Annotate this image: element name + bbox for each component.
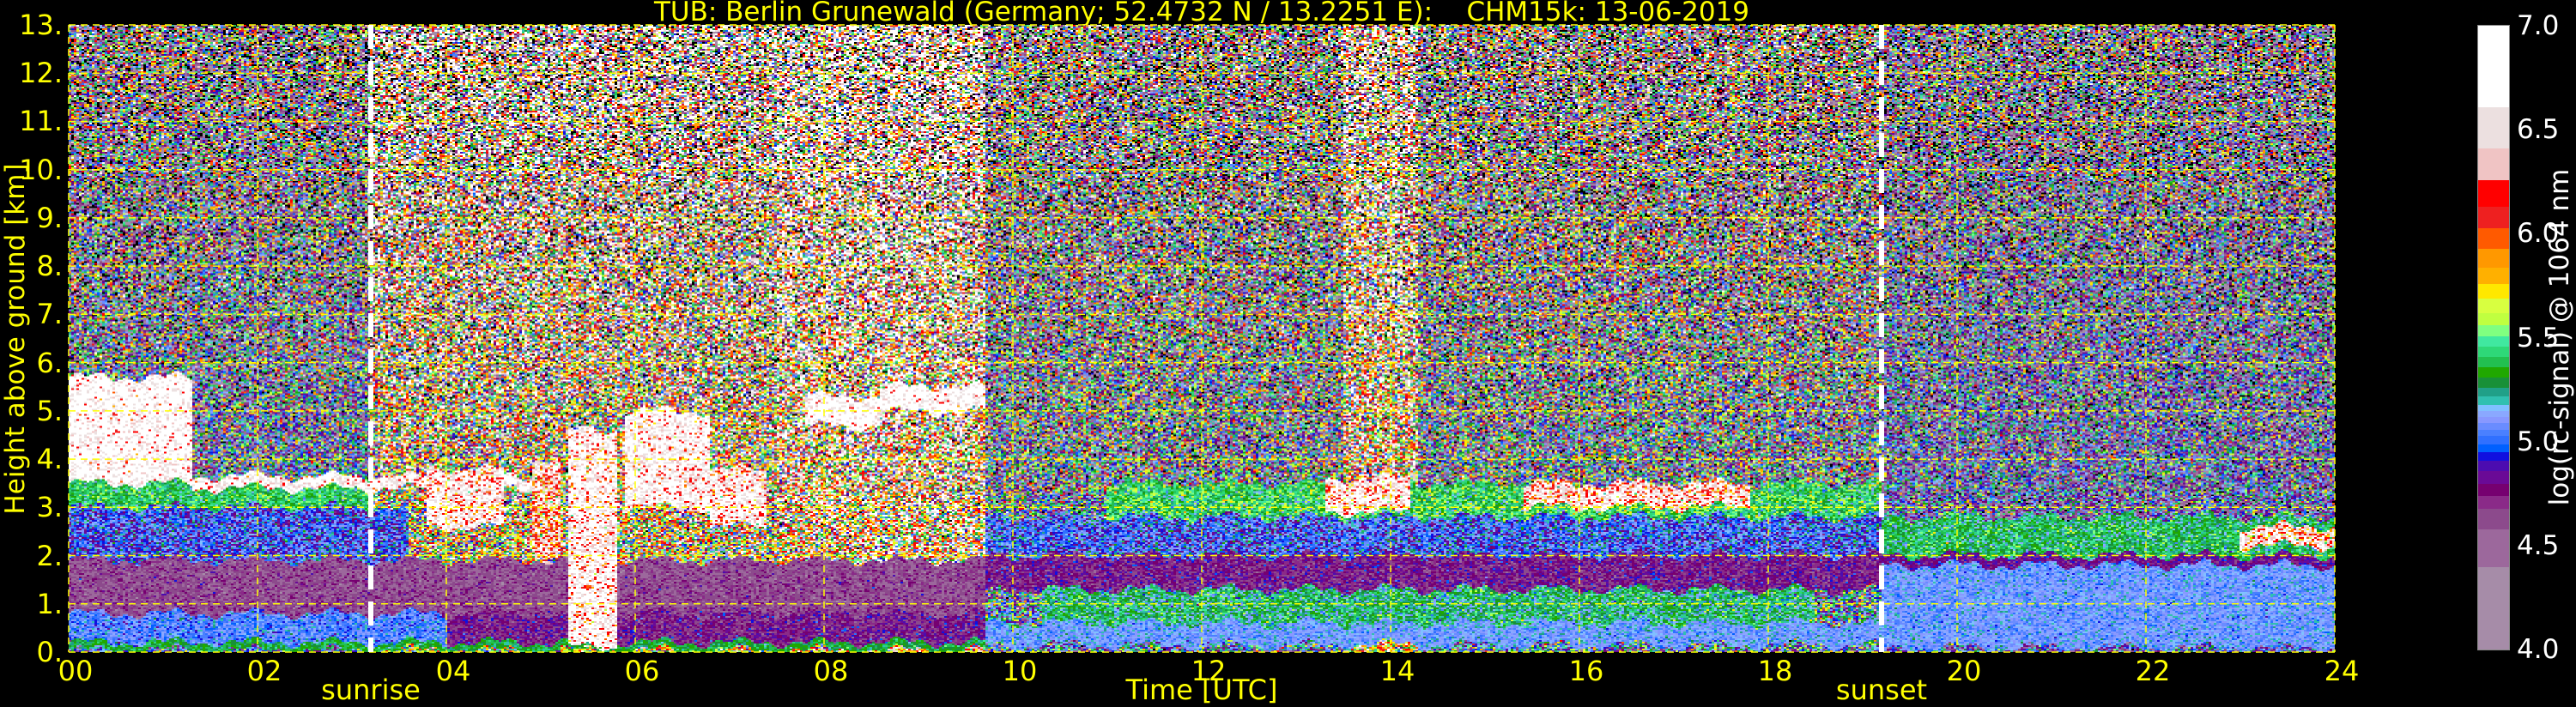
colorbar-band [2478, 451, 2509, 461]
colorbar-label: log(rc-signal) @ 1064 nm [2544, 168, 2575, 506]
colorbar-band [2478, 495, 2509, 509]
x-tick-label: 16 [1568, 655, 1604, 687]
colorbar-band [2478, 346, 2509, 357]
y-tick-label: 7. [36, 298, 63, 331]
x-axis-label: Time [UTC] [1125, 674, 1278, 706]
colorbar-band [2478, 396, 2509, 405]
x-tick-label: 04 [435, 655, 471, 687]
x-tick-label: 22 [2135, 655, 2171, 687]
x-tick-label: 06 [624, 655, 660, 687]
colorbar [2477, 25, 2510, 650]
colorbar-band [2478, 508, 2509, 529]
y-tick-label: 13. [19, 9, 63, 41]
colorbar-band [2478, 298, 2509, 313]
x-tick-label: 00 [58, 655, 94, 687]
colorbar-band [2478, 324, 2509, 336]
sunrise-label: sunrise [321, 674, 421, 706]
colorbar-band [2478, 356, 2509, 367]
chart-title: TUB: Berlin Grunewald (Germany; 52.4732 … [653, 0, 1750, 27]
colorbar-band [2478, 387, 2509, 396]
y-tick-label: 8. [36, 250, 63, 283]
y-axis-label: Height above ground [km] [0, 163, 31, 515]
colorbar-band [2478, 422, 2509, 430]
colorbar-band [2478, 377, 2509, 389]
colorbar-band [2478, 366, 2509, 378]
y-tick-label: 6. [36, 346, 63, 379]
grid-overlay [68, 24, 2336, 653]
y-tick-label: 2. [36, 539, 63, 572]
colorbar-tick-label: 4.5 [2517, 529, 2560, 561]
colorbar-band [2478, 416, 2509, 424]
colorbar-tick-label: 7.0 [2517, 10, 2560, 41]
y-tick-label: 12. [19, 57, 63, 90]
colorbar-tick-label: 4.0 [2517, 634, 2560, 665]
colorbar-band [2478, 529, 2509, 567]
colorbar-band [2478, 566, 2509, 650]
y-tick-label: 1. [36, 587, 63, 620]
colorbar-band [2478, 460, 2509, 472]
colorbar-tick-label: 6.5 [2517, 114, 2560, 146]
x-tick-label: 18 [1757, 655, 1793, 687]
y-tick-label: 11. [19, 105, 63, 138]
colorbar-band [2478, 444, 2509, 453]
colorbar-band [2478, 227, 2509, 249]
colorbar-band [2478, 267, 2509, 284]
colorbar-band [2478, 335, 2509, 347]
x-tick-label: 08 [813, 655, 849, 687]
y-tick-label: 5. [36, 394, 63, 427]
colorbar-band [2478, 26, 2509, 107]
colorbar-band [2478, 106, 2509, 149]
colorbar-band [2478, 179, 2509, 208]
colorbar-band [2478, 206, 2509, 228]
colorbar-band [2478, 283, 2509, 299]
colorbar-band [2478, 410, 2509, 418]
x-tick-label: 14 [1379, 655, 1415, 687]
colorbar-band [2478, 148, 2509, 180]
colorbar-band [2478, 470, 2509, 484]
y-tick-label: 4. [36, 443, 63, 476]
plot-area [68, 24, 2336, 653]
sunset-label: sunset [1835, 674, 1928, 706]
x-tick-label: 10 [1002, 655, 1038, 687]
colorbar-band [2478, 248, 2509, 268]
colorbar-band [2478, 312, 2509, 326]
colorbar-band [2478, 483, 2509, 497]
x-tick-label: 20 [1946, 655, 1982, 687]
colorbar-band [2478, 435, 2509, 444]
y-tick-label: 9. [36, 201, 63, 234]
colorbar-band [2478, 429, 2509, 436]
x-tick-label: 02 [246, 655, 282, 687]
colorbar-band [2478, 404, 2509, 411]
x-tick-label: 24 [2324, 655, 2360, 687]
y-tick-label: 3. [36, 491, 63, 524]
